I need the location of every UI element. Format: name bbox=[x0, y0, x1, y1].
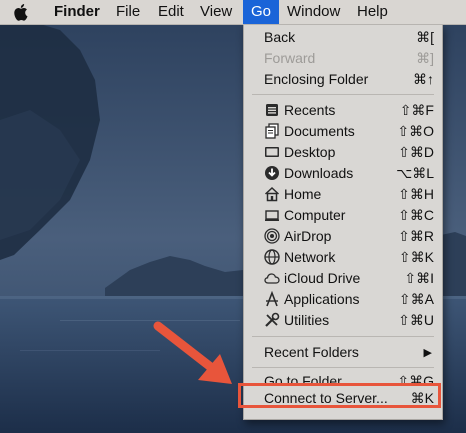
menu-item-shortcut: ⇧⌘I bbox=[404, 270, 434, 286]
menu-item-shortcut: ⌘] bbox=[416, 50, 434, 66]
menu-help[interactable]: Help bbox=[349, 0, 396, 24]
menu-item-utilities[interactable]: Utilities ⇧⌘U bbox=[244, 310, 442, 331]
menu-item-documents[interactable]: Documents ⇧⌘O bbox=[244, 121, 442, 142]
menu-item-back[interactable]: Back ⌘[ bbox=[244, 27, 442, 48]
go-menu-dropdown: Back ⌘[ Forward ⌘] Enclosing Folder ⌘↑ R… bbox=[243, 24, 443, 420]
menu-item-shortcut: ⇧⌘D bbox=[398, 144, 434, 160]
menu-item-forward: Forward ⌘] bbox=[244, 48, 442, 69]
applications-icon bbox=[264, 290, 280, 307]
utilities-icon bbox=[264, 312, 280, 328]
menu-item-computer[interactable]: Computer ⇧⌘C bbox=[244, 205, 442, 226]
menu-item-shortcut: ⌘[ bbox=[416, 29, 434, 45]
menu-item-label: Applications bbox=[284, 291, 360, 307]
menu-item-downloads[interactable]: Downloads ⌥⌘L bbox=[244, 163, 442, 184]
highlight-box bbox=[238, 383, 441, 408]
menu-item-label: Downloads bbox=[284, 165, 354, 181]
menu-item-label: Recent Folders bbox=[264, 344, 359, 360]
menu-item-label: Utilities bbox=[284, 312, 330, 328]
menu-file[interactable]: File bbox=[108, 0, 148, 24]
menu-item-label: iCloud Drive bbox=[284, 270, 361, 286]
menu-finder[interactable]: Finder bbox=[46, 0, 108, 24]
apple-logo-icon[interactable] bbox=[12, 0, 32, 24]
menu-separator bbox=[252, 336, 434, 337]
menu-item-label: Home bbox=[284, 186, 322, 202]
menu-item-shortcut: ⇧⌘F bbox=[399, 102, 434, 118]
menu-separator bbox=[252, 94, 434, 95]
menu-item-label: AirDrop bbox=[284, 228, 332, 244]
menu-edit[interactable]: Edit bbox=[150, 0, 192, 24]
menu-window[interactable]: Window bbox=[279, 0, 348, 24]
menu-item-shortcut: ⇧⌘H bbox=[398, 186, 434, 202]
menu-item-shortcut: ⇧⌘K bbox=[398, 249, 434, 265]
menu-item-recents[interactable]: Recents ⇧⌘F bbox=[244, 100, 442, 121]
menu-item-shortcut: ⌘↑ bbox=[413, 71, 434, 87]
menu-item-enclosing-folder[interactable]: Enclosing Folder ⌘↑ bbox=[244, 69, 442, 90]
menu-item-shortcut: ⌥⌘L bbox=[396, 165, 434, 181]
menu-item-airdrop[interactable]: AirDrop ⇧⌘R bbox=[244, 226, 442, 247]
airdrop-icon bbox=[264, 228, 280, 244]
menu-item-label: Network bbox=[284, 249, 336, 265]
menu-item-label: Computer bbox=[284, 207, 346, 223]
menu-item-shortcut: ⇧⌘C bbox=[398, 207, 434, 223]
menu-item-shortcut: ⇧⌘U bbox=[398, 312, 434, 328]
menu-item-label: Enclosing Folder bbox=[264, 71, 369, 87]
submenu-arrow-icon: ▶ bbox=[423, 347, 432, 359]
menu-bar: Finder File Edit View Go Window Help bbox=[0, 0, 466, 25]
network-icon bbox=[264, 249, 280, 265]
icloud-icon bbox=[264, 270, 280, 286]
desktop-icon bbox=[264, 144, 280, 160]
menu-item-shortcut: ⇧⌘R bbox=[398, 228, 434, 244]
menu-item-icloud-drive[interactable]: iCloud Drive ⇧⌘I bbox=[244, 268, 442, 289]
home-icon bbox=[264, 186, 280, 202]
arrow-icon bbox=[153, 321, 232, 384]
menu-item-label: Recents bbox=[284, 102, 336, 118]
menu-item-network[interactable]: Network ⇧⌘K bbox=[244, 247, 442, 268]
downloads-icon bbox=[264, 165, 280, 181]
menu-item-shortcut: ⇧⌘A bbox=[398, 291, 434, 307]
menu-separator bbox=[252, 367, 434, 368]
menu-item-recent-folders[interactable]: Recent Folders ▶ bbox=[244, 342, 442, 363]
recents-icon bbox=[264, 102, 280, 118]
menu-item-applications[interactable]: Applications ⇧⌘A bbox=[244, 289, 442, 310]
menu-view[interactable]: View bbox=[192, 0, 240, 24]
menu-item-label: Back bbox=[264, 29, 296, 45]
computer-icon bbox=[264, 207, 280, 223]
menu-item-desktop[interactable]: Desktop ⇧⌘D bbox=[244, 142, 442, 163]
menu-item-label: Documents bbox=[284, 123, 355, 139]
menu-item-label: Forward bbox=[264, 50, 316, 66]
menu-item-home[interactable]: Home ⇧⌘H bbox=[244, 184, 442, 205]
menu-go[interactable]: Go bbox=[243, 0, 280, 24]
menu-item-label: Desktop bbox=[284, 144, 336, 160]
menu-item-shortcut: ⇧⌘O bbox=[397, 123, 434, 139]
documents-icon bbox=[264, 123, 280, 139]
